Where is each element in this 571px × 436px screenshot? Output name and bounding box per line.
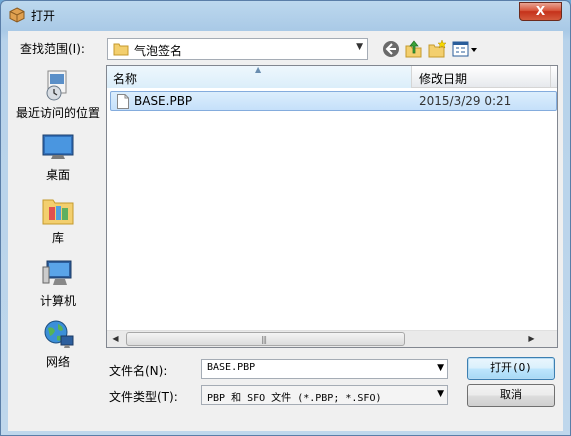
title-bar[interactable]: 打开 X [1,1,570,29]
cancel-button[interactable]: 取消 [467,384,555,407]
column-extra-header[interactable] [552,66,557,88]
place-computer-label: 计算机 [39,294,76,308]
place-desktop-label: 桌面 [45,168,70,182]
open-button[interactable]: 打开(O) [467,357,555,380]
chevron-down-icon[interactable]: ▼ [437,363,444,373]
look-in-combo[interactable]: 气泡签名 ▼ [107,38,368,60]
computer-icon [42,260,72,285]
back-icon[interactable] [381,39,401,59]
place-libraries[interactable]: 库 [12,194,104,246]
look-in-label: 查找范围(I): [20,42,85,56]
places-bar: 最近访问的位置 桌面 库 计算机 网络 [12,64,104,404]
file-date: 2015/3/29 0:21 [419,94,512,108]
new-folder-icon[interactable] [427,39,447,59]
column-name-header[interactable]: 名称 ▲ [107,65,412,88]
filename-value: BASE.PBP [207,362,256,373]
place-recent-label: 最近访问的位置 [15,106,100,120]
column-name-label: 名称 [113,72,138,86]
file-icon [117,94,129,109]
folder-icon [113,43,129,56]
grip-icon: ||| [261,335,267,344]
filetype-select[interactable]: PBP 和 SFO 文件 (*.PBP; *.SFO) ▼ [201,385,448,405]
scrollbar-thumb[interactable]: ||| [126,332,405,346]
filename-input[interactable]: BASE.PBP ▼ [201,359,448,379]
place-recent[interactable]: 最近访问的位置 [12,69,104,121]
up-folder-icon[interactable] [404,39,424,59]
app-icon [9,7,25,23]
place-computer[interactable]: 计算机 [12,257,104,309]
desktop-icon [42,134,74,159]
view-menu-icon[interactable] [451,39,479,59]
column-date-header[interactable]: 修改日期 [413,66,551,88]
horizontal-scrollbar[interactable]: ◀ ||| ▶ [107,330,557,347]
file-list[interactable]: 名称 ▲ 修改日期 BASE.PBP 2015/3/29 0:21 ◀ ||| … [106,65,558,348]
network-icon [44,320,74,348]
place-libraries-label: 库 [51,231,64,245]
filename-label: 文件名(N): [109,364,168,378]
place-desktop[interactable]: 桌面 [12,133,104,183]
column-date-label: 修改日期 [419,72,468,86]
close-button[interactable]: X [519,2,562,21]
chevron-down-icon[interactable]: ▼ [356,42,363,52]
place-network[interactable]: 网络 [12,318,104,370]
libraries-icon [42,199,74,225]
column-header: 名称 ▲ 修改日期 [107,65,557,88]
window-title: 打开 [31,9,56,23]
filetype-label: 文件类型(T): [109,390,178,404]
look-in-value: 气泡签名 [134,44,183,58]
sort-ascending-icon: ▲ [255,65,262,74]
filetype-value: PBP 和 SFO 文件 (*.PBP; *.SFO) [207,393,382,404]
file-name: BASE.PBP [134,94,193,108]
recent-places-icon [46,70,67,101]
chevron-down-icon[interactable]: ▼ [437,389,444,399]
file-row[interactable]: BASE.PBP 2015/3/29 0:21 [110,91,557,111]
scroll-left-icon[interactable]: ◀ [107,331,124,347]
scroll-right-icon[interactable]: ▶ [523,331,540,347]
place-network-label: 网络 [45,355,70,369]
